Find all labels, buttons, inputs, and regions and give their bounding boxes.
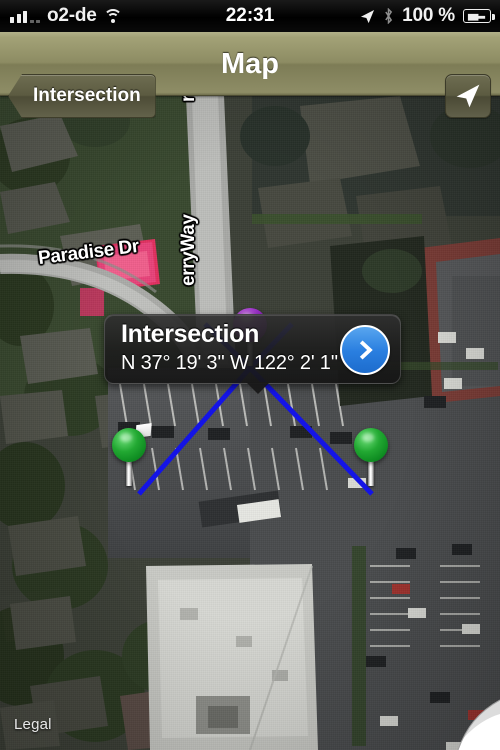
map-view[interactable]: ryWay Paradise Dr erryWay Intersection N… [0, 96, 500, 750]
imagery-vignette [0, 96, 500, 750]
battery-percent-label: 100 % [402, 5, 455, 26]
street-label-2: erryWay [178, 214, 199, 286]
street-label-0: ryWay [178, 96, 200, 102]
satellite-imagery [0, 96, 500, 750]
bluetooth-icon [385, 8, 393, 24]
detail-disclosure-button[interactable] [340, 325, 390, 375]
back-button[interactable]: Intersection [8, 74, 156, 118]
callout-title: Intersection [121, 320, 260, 348]
battery-charging-icon [463, 9, 495, 23]
status-bar: o2-de 22:31 100 % [0, 0, 500, 32]
location-arrow-icon [361, 9, 375, 23]
clock-label: 22:31 [225, 5, 275, 26]
iphone-screen: o2-de 22:31 100 % Map Intersection Parad… [0, 0, 500, 750]
legal-label[interactable]: Legal [14, 716, 52, 733]
status-bar-right: 100 % [360, 0, 495, 32]
pin-head [112, 428, 146, 462]
callout-subtitle: N 37° 19' 3'' W 122° 2' 1'' [121, 352, 338, 374]
chevron-right-icon [359, 340, 373, 360]
navigation-bar: Map Intersection [0, 32, 500, 118]
pin-head [354, 428, 388, 462]
map-callout[interactable]: Intersection N 37° 19' 3'' W 122° 2' 1'' [104, 314, 401, 394]
user-tracking-button[interactable] [445, 74, 491, 118]
page-curl-icon[interactable] [448, 698, 500, 750]
location-arrow-icon [456, 84, 480, 108]
